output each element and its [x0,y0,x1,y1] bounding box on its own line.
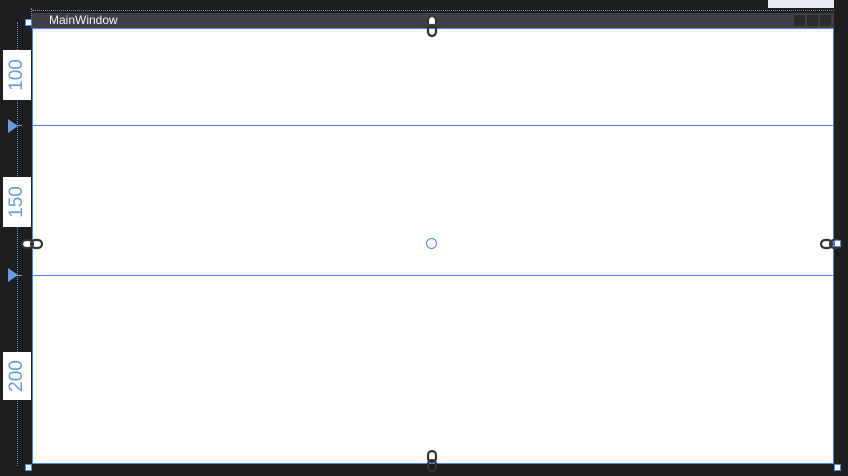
row-height-label-3[interactable]: 200 [3,352,31,400]
row-divider-1[interactable] [33,125,833,126]
center-circle-icon[interactable] [426,238,437,249]
row-height-text-3: 200 [6,360,28,392]
row-divider-2[interactable] [33,275,833,276]
triangle-marker-icon-1[interactable] [8,119,18,133]
row-tick-2 [12,275,22,276]
top-right-strip [768,0,834,8]
top-dotted-guide [32,10,834,11]
resize-handle-bottom-right[interactable] [834,464,841,471]
chain-link-icon-top[interactable] [426,15,438,37]
minimize-button[interactable] [794,15,805,26]
row-height-label-2[interactable]: 150 [3,177,31,227]
close-button[interactable] [820,15,831,26]
window-title: MainWindow [49,13,118,27]
row-height-label-1[interactable]: 100 [3,50,31,100]
row-height-text-2: 150 [6,186,28,218]
resize-handle-top-left[interactable] [25,19,32,26]
chain-link-icon-left[interactable] [21,238,43,250]
chain-link-icon-bottom[interactable] [426,450,438,472]
row-height-text-1: 100 [6,59,28,91]
resize-handle-bottom-left[interactable] [25,464,32,471]
maximize-button[interactable] [807,15,818,26]
resize-handle-right-middle[interactable] [834,240,841,247]
row-tick-1 [12,125,22,126]
